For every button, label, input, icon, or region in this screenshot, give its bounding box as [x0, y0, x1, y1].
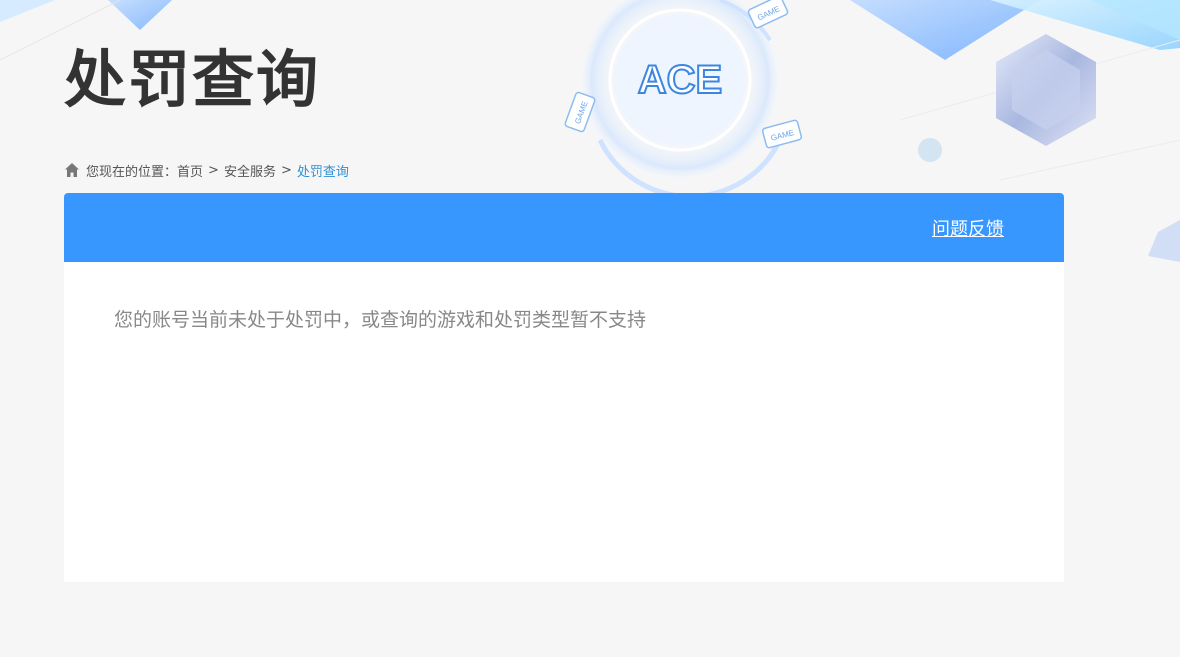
decor-triangle — [0, 0, 55, 22]
panel-header: 问题反馈 — [64, 193, 1064, 262]
decor-ring — [608, 8, 752, 152]
svg-text:GAME: GAME — [770, 128, 795, 143]
decor-triangle — [108, 0, 172, 30]
character-portrait-icon — [996, 34, 1096, 146]
decor-glow — [576, 0, 784, 184]
feedback-link[interactable]: 问题反馈 — [932, 215, 1004, 241]
decor-triangle — [850, 0, 1040, 60]
breadcrumb-separator: > — [280, 162, 292, 178]
page-title: 处罚查询 — [64, 43, 321, 116]
game-badge-icon: GAME — [564, 91, 596, 133]
breadcrumb-current: 处罚查询 — [296, 164, 349, 180]
decor-arc — [719, 0, 772, 42]
svg-text:GAME: GAME — [573, 100, 590, 125]
breadcrumb: 您现在的位置： 首页 > 安全服务 > 处罚查询 — [64, 160, 349, 180]
breadcrumb-home-link[interactable]: 首页 — [177, 161, 203, 180]
game-badge-icon: GAME — [747, 0, 789, 29]
decor-triangle — [1090, 0, 1180, 40]
character-portrait-inner — [1012, 50, 1080, 130]
game-badge-icon: GAME — [761, 119, 803, 149]
decor-shard — [1148, 220, 1180, 262]
breadcrumb-separator: > — [208, 162, 219, 178]
breadcrumb-prefix: 您现在的位置： — [86, 164, 178, 180]
result-panel: 问题反馈 您的账号当前未处于处罚中，或查询的游戏和处罚类型暂不支持 — [64, 193, 1064, 582]
breadcrumb-security-link[interactable]: 安全服务 — [224, 161, 276, 180]
svg-text:GAME: GAME — [756, 4, 781, 22]
decor-line — [999, 139, 1180, 181]
result-message: 您的账号当前未处于处罚中，或查询的游戏和处罚类型暂不支持 — [114, 309, 647, 331]
decor-line — [899, 39, 1180, 121]
home-icon — [64, 162, 80, 178]
ace-logo-icon: ACE — [638, 58, 722, 102]
decor-arc — [597, 138, 783, 199]
decor-triangle — [990, 0, 1180, 50]
decor-ring-inner — [614, 14, 746, 146]
decor-dot — [918, 138, 942, 162]
